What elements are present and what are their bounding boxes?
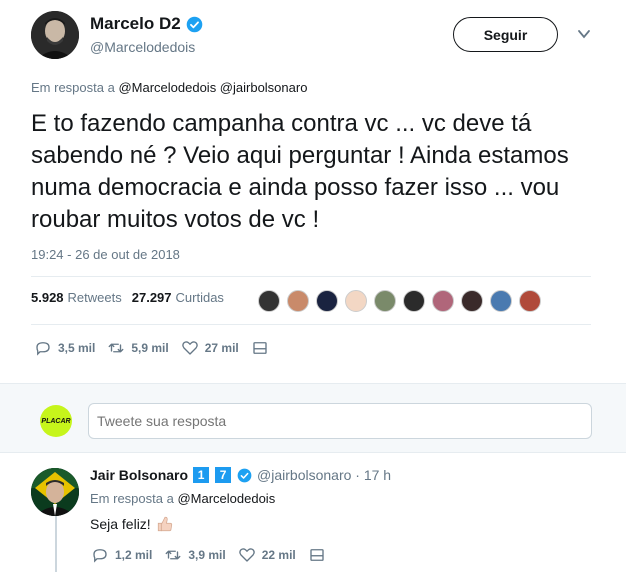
liker-avatar[interactable] [258,290,280,312]
liker-avatar[interactable] [519,290,541,312]
liker-avatar[interactable] [490,290,512,312]
liker-avatar[interactable] [345,290,367,312]
reply-header: Jair Bolsonaro 17 @jairbolsonaro · 17 h [90,467,391,483]
timestamp[interactable]: 19:24 - 26 de out de 2018 [31,247,180,262]
reply-count: 1,2 mil [115,548,153,562]
reply-text: Seja feliz! [90,515,174,533]
verified-icon [186,16,202,32]
liker-avatar[interactable] [287,290,309,312]
author-handle[interactable]: @Marcelodedois [90,39,195,55]
likes-count: 27.297 [131,290,172,305]
reply-to-prefix: Em resposta a [31,80,115,95]
author-name[interactable]: Marcelo D2 [90,14,203,34]
like-action[interactable]: 22 mil [238,546,296,564]
envelope-icon [310,549,324,561]
retweets-count: 5.928 [31,290,64,305]
verified-icon [237,468,252,482]
liker-avatar[interactable] [432,290,454,312]
reply-context: Em resposta a @Marcelodedois @jairbolson… [31,80,307,95]
reply-count: 3,5 mil [58,341,96,355]
tweet-text: E to fazendo campanha contra vc ... vc d… [31,110,569,233]
reply-to-mention[interactable]: @Marcelodedois [177,491,275,506]
retweets-stat[interactable]: 5.928 Retweets [31,290,122,305]
reply-action[interactable]: 1,2 mil [91,546,152,564]
divider [31,324,591,325]
reply-icon [36,342,50,356]
likes-label: Curtidas [175,290,224,305]
like-count: 27 mil [204,341,239,355]
divider [31,276,591,277]
liker-avatar[interactable] [461,290,483,312]
avatar: PLACAR [40,405,72,437]
reply-input[interactable] [88,403,592,439]
engagement-stats: 5.928 Retweets 27.297 Curtidas [31,290,234,305]
retweets-label: Retweets [67,290,122,305]
reply-action[interactable]: 3,5 mil [34,339,95,357]
retweet-action[interactable]: 5,9 mil [107,339,169,357]
reply-icon [93,549,107,563]
avatar[interactable] [31,11,79,59]
reply-context: Em resposta a @Marcelodedois [90,491,275,506]
direct-message-action[interactable] [308,546,326,564]
reply-to-mentions[interactable]: @Marcelodedois @jairbolsonaro [118,80,307,95]
liker-avatar[interactable] [316,290,338,312]
tweet-actions: 3,5 mil 5,9 mil 27 mil [34,339,281,357]
liker-avatar[interactable] [374,290,396,312]
liker-avatar[interactable] [403,290,425,312]
retweet-count: 5,9 mil [131,341,169,355]
heart-icon [181,341,198,355]
reply-handle-time[interactable]: @jairbolsonaro · 17 h [257,467,391,483]
chevron-down-icon[interactable] [577,27,591,41]
retweet-action[interactable]: 3,9 mil [164,546,226,564]
author-name-text[interactable]: Marcelo D2 [90,14,181,34]
thumbs-up-icon [157,516,172,532]
likes-stat[interactable]: 27.297 Curtidas [132,290,224,305]
liker-avatars [258,290,548,312]
envelope-icon [253,342,267,354]
number-badge: 7 [215,467,232,483]
like-action[interactable]: 27 mil [181,339,239,357]
avatar[interactable] [31,468,79,516]
heart-icon [238,548,255,562]
follow-button[interactable]: Seguir [453,17,558,52]
retweet-icon [108,343,124,353]
like-count: 22 mil [261,548,296,562]
retweet-count: 3,9 mil [188,548,226,562]
reply-author-name[interactable]: Jair Bolsonaro [90,467,188,483]
reply-actions: 1,2 mil 3,9 mil 22 mil [91,546,338,564]
reply-text-content: Seja feliz! [90,516,151,532]
number-badge: 1 [193,467,210,483]
thread-line [55,515,57,572]
retweet-icon [165,550,181,560]
direct-message-action[interactable] [251,339,269,357]
reply-to-prefix: Em resposta a [90,491,174,506]
